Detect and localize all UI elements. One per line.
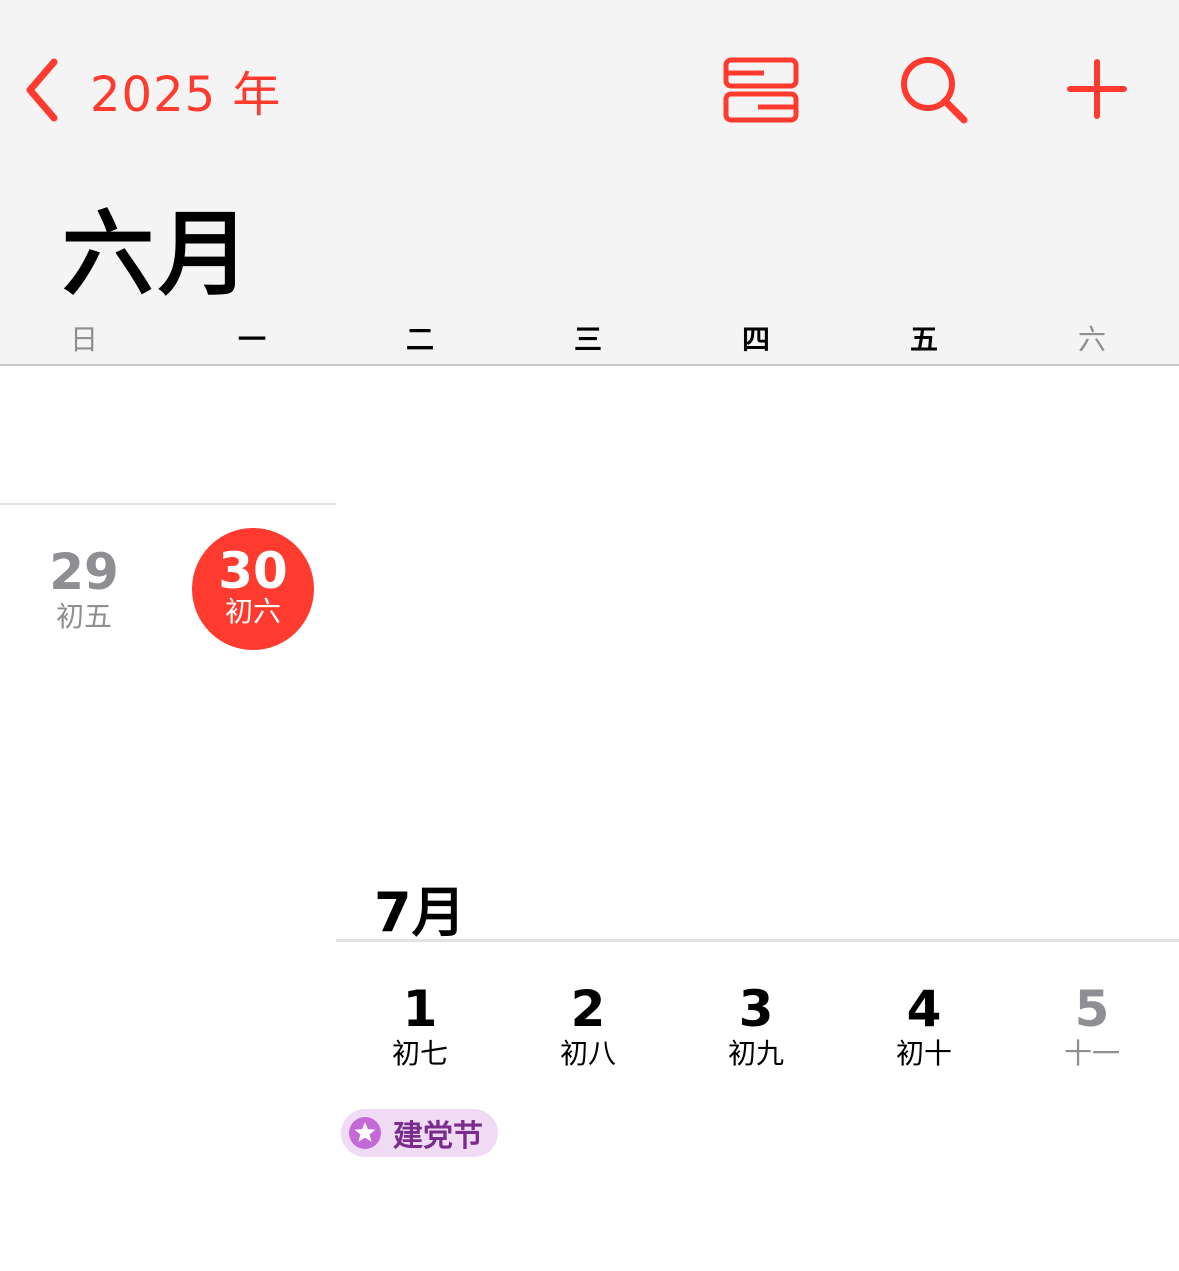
event-label: 建党节: [393, 1119, 483, 1154]
day-cell-july-4[interactable]: 4 初十: [840, 982, 1008, 1070]
week-divider: [0, 503, 336, 505]
lunar-date: 十一: [1063, 1037, 1120, 1070]
search-button[interactable]: [898, 54, 970, 126]
month-label-july: 7月: [374, 881, 466, 944]
list-view-button[interactable]: [722, 56, 800, 124]
day-number: 29: [49, 543, 119, 601]
calendar-month-view: 2025 年 六月 日 一 二 三 四 五 六 29 初五 30 初六 7月 1…: [0, 0, 1179, 1271]
weekday-mon: 一: [237, 323, 266, 356]
event-pill-holiday[interactable]: 建党节: [341, 1109, 498, 1157]
weekday-fri: 五: [909, 323, 938, 356]
star-icon: [349, 1117, 381, 1149]
back-to-year-button[interactable]: 2025 年: [20, 52, 281, 128]
add-event-button[interactable]: [1066, 58, 1128, 120]
day-number: 5: [1074, 980, 1110, 1038]
day-number: 1: [402, 980, 438, 1038]
calendar-header: 2025 年 六月 日 一 二 三 四 五 六: [0, 0, 1179, 365]
search-icon: [901, 57, 968, 124]
weekday-thu: 四: [741, 323, 770, 356]
day-cell-june-30-today[interactable]: 30 初六: [192, 528, 314, 650]
weekday-tue: 二: [405, 323, 434, 356]
weekday-sat: 六: [1077, 323, 1106, 356]
day-cell-july-3[interactable]: 3 初九: [672, 982, 840, 1070]
weekday-sun: 日: [69, 323, 98, 356]
list-view-icon: [723, 57, 799, 123]
weekday-header-row: 日 一 二 三 四 五 六: [0, 318, 1179, 358]
header-divider: [0, 364, 1179, 366]
month-divider: [336, 939, 1179, 942]
day-number: 2: [570, 980, 606, 1038]
day-cell-july-5[interactable]: 5 十一: [1008, 982, 1176, 1070]
day-number: 30: [218, 542, 288, 600]
day-cell-july-1[interactable]: 1 初七: [336, 982, 504, 1070]
lunar-date: 初七: [391, 1037, 448, 1070]
lunar-date: 初九: [727, 1037, 784, 1070]
lunar-date: 初六: [224, 595, 281, 628]
lunar-date: 初十: [895, 1037, 952, 1070]
plus-icon: [1067, 59, 1127, 119]
day-number: 4: [906, 980, 942, 1038]
weekday-wed: 三: [573, 323, 602, 356]
lunar-date: 初八: [559, 1037, 616, 1070]
chevron-left-icon: [26, 58, 58, 122]
month-title: 六月: [62, 201, 255, 308]
back-label: 2025 年: [90, 67, 282, 123]
day-cell-june-29[interactable]: 29 初五: [0, 545, 168, 633]
lunar-date: 初五: [55, 600, 112, 633]
day-number: 3: [738, 980, 774, 1038]
day-cell-july-2[interactable]: 2 初八: [504, 982, 672, 1070]
